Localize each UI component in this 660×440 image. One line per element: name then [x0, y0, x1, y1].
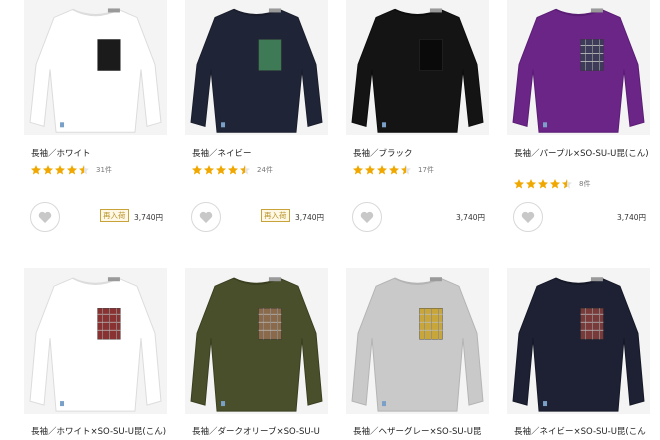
star-icon — [526, 178, 536, 188]
review-count: 24件 — [257, 166, 273, 174]
heart-icon — [360, 211, 374, 223]
star-icon — [204, 164, 214, 174]
star-icon — [216, 164, 226, 174]
product-title[interactable]: 長袖／ネイビー×SO-SU-U昆(こん — [514, 426, 654, 438]
product-card[interactable]: 長袖／ホワイト×SO-SU-U昆(こん) — [24, 268, 167, 440]
star-icon — [389, 164, 399, 174]
favorite-button[interactable] — [352, 202, 382, 232]
product-card[interactable]: 長袖／ブラック 17件 3,740円 — [346, 0, 489, 240]
star-icon — [79, 164, 89, 174]
star-icon — [192, 164, 202, 174]
price: 3,740円 — [617, 213, 646, 222]
rating: 24件 — [191, 163, 273, 177]
product-card[interactable]: 長袖／ホワイト 31件 再入荷 3,740円 — [24, 0, 167, 240]
star-icon — [228, 164, 238, 174]
product-card[interactable]: 長袖／ヘザーグレー×SO-SU-U昆 — [346, 268, 489, 440]
star-icon — [401, 164, 411, 174]
favorite-button[interactable] — [191, 202, 221, 232]
price: 3,740円 — [295, 213, 324, 222]
price: 3,740円 — [456, 213, 485, 222]
star-icon — [240, 164, 250, 174]
star-icon — [365, 164, 375, 174]
product-title[interactable]: 長袖／ネイビー — [192, 148, 332, 160]
tshirt-image — [351, 277, 484, 412]
star-icon — [514, 178, 524, 188]
product-title[interactable]: 長袖／パープル×SO-SU-U昆(こん) — [514, 148, 650, 160]
product-title[interactable]: 長袖／ホワイト×SO-SU-U昆(こん) — [31, 426, 171, 438]
review-count: 17件 — [418, 166, 434, 174]
product-image[interactable] — [24, 0, 167, 135]
star-icon — [31, 164, 41, 174]
product-grid: 長袖／ホワイト 31件 再入荷 3,740円 長袖／ネイビー 24件 再入荷 3… — [0, 0, 660, 440]
product-card[interactable]: 長袖／パープル×SO-SU-U昆(こん) 8件 3,740円 — [507, 0, 650, 240]
product-card[interactable]: 長袖／ダークオリーブ×SO-SU-U — [185, 268, 328, 440]
tshirt-image — [351, 8, 484, 133]
product-image[interactable] — [185, 268, 328, 414]
restock-badge: 再入荷 — [100, 209, 129, 222]
product-image[interactable] — [185, 0, 328, 135]
star-icon — [67, 164, 77, 174]
price: 3,740円 — [134, 213, 163, 222]
review-count: 31件 — [96, 166, 112, 174]
heart-icon — [38, 211, 52, 223]
tshirt-image — [190, 277, 323, 412]
product-card[interactable]: 長袖／ネイビー×SO-SU-U昆(こん — [507, 268, 650, 440]
product-title[interactable]: 長袖／ブラック — [353, 148, 493, 160]
tshirt-image — [512, 277, 645, 412]
product-title[interactable]: 長袖／ダークオリーブ×SO-SU-U — [192, 426, 332, 438]
product-image[interactable] — [507, 268, 650, 414]
star-icon — [377, 164, 387, 174]
rating: 17件 — [352, 163, 434, 177]
heart-icon — [199, 211, 213, 223]
heart-icon — [521, 211, 535, 223]
star-icon — [55, 164, 65, 174]
product-image[interactable] — [24, 268, 167, 414]
tshirt-image — [29, 8, 162, 133]
star-icon — [353, 164, 363, 174]
restock-badge: 再入荷 — [261, 209, 290, 222]
tshirt-image — [190, 8, 323, 133]
favorite-button[interactable] — [513, 202, 543, 232]
rating: 8件 — [513, 177, 590, 191]
tshirt-image — [29, 277, 162, 412]
product-title[interactable]: 長袖／ホワイト — [31, 148, 171, 160]
product-card[interactable]: 長袖／ネイビー 24件 再入荷 3,740円 — [185, 0, 328, 240]
product-image[interactable] — [346, 0, 489, 135]
star-icon — [43, 164, 53, 174]
review-count: 8件 — [579, 180, 591, 188]
star-icon — [550, 178, 560, 188]
star-icon — [538, 178, 548, 188]
product-title[interactable]: 長袖／ヘザーグレー×SO-SU-U昆 — [353, 426, 493, 438]
favorite-button[interactable] — [30, 202, 60, 232]
product-image[interactable] — [346, 268, 489, 414]
product-image[interactable] — [507, 0, 650, 135]
rating: 31件 — [30, 163, 112, 177]
tshirt-image — [512, 8, 645, 133]
star-icon — [562, 178, 572, 188]
